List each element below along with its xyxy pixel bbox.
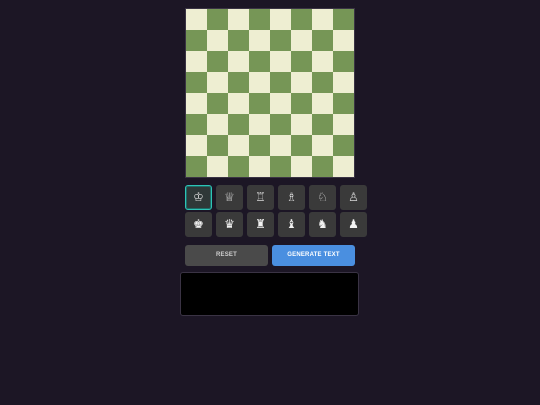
board-square[interactable] [333,135,354,156]
board-square[interactable] [207,156,228,177]
board-square[interactable] [249,156,270,177]
black-king-button[interactable]: ♚ [185,212,212,237]
black-pawn-button[interactable]: ♟ [340,212,367,237]
board-square[interactable] [249,9,270,30]
board-square[interactable] [291,114,312,135]
board-square[interactable] [291,93,312,114]
board-square[interactable] [333,30,354,51]
white-queen-button[interactable]: ♕ [216,185,243,210]
board-square[interactable] [333,93,354,114]
white-bishop-button[interactable]: ♗ [278,185,305,210]
board-square[interactable] [228,72,249,93]
board-square[interactable] [249,135,270,156]
board-square[interactable] [186,114,207,135]
board-square[interactable] [333,51,354,72]
board-square[interactable] [270,156,291,177]
board-square[interactable] [207,51,228,72]
chess-board[interactable] [185,8,355,178]
white-king-button[interactable]: ♔ [185,185,212,210]
board-square[interactable] [291,135,312,156]
board-square[interactable] [312,93,333,114]
board-square[interactable] [186,156,207,177]
black-piece-palette: ♚ ♛ ♜ ♝ ♞ ♟ [185,212,367,237]
board-square[interactable] [207,135,228,156]
board-square[interactable] [249,30,270,51]
board-square[interactable] [207,114,228,135]
board-square[interactable] [291,9,312,30]
board-square[interactable] [270,135,291,156]
board-square[interactable] [186,9,207,30]
board-square[interactable] [249,51,270,72]
board-square[interactable] [270,93,291,114]
board-square[interactable] [270,72,291,93]
board-square[interactable] [270,51,291,72]
black-knight-button[interactable]: ♞ [309,212,336,237]
board-square[interactable] [333,72,354,93]
board-square[interactable] [312,30,333,51]
black-bishop-button[interactable]: ♝ [278,212,305,237]
board-square[interactable] [186,30,207,51]
board-square[interactable] [333,9,354,30]
board-square[interactable] [249,93,270,114]
black-rook-button[interactable]: ♜ [247,212,274,237]
board-square[interactable] [291,30,312,51]
black-queen-button[interactable]: ♛ [216,212,243,237]
board-square[interactable] [270,9,291,30]
board-square[interactable] [228,9,249,30]
board-square[interactable] [291,156,312,177]
board-square[interactable] [186,93,207,114]
board-square[interactable] [312,72,333,93]
board-square[interactable] [228,93,249,114]
output-text-area[interactable] [180,272,359,316]
white-pawn-button[interactable]: ♙ [340,185,367,210]
board-square[interactable] [249,72,270,93]
board-square[interactable] [186,51,207,72]
board-square[interactable] [207,30,228,51]
board-square[interactable] [312,135,333,156]
board-square[interactable] [333,114,354,135]
board-square[interactable] [228,156,249,177]
board-square[interactable] [291,72,312,93]
board-square[interactable] [228,51,249,72]
board-square[interactable] [270,30,291,51]
board-square[interactable] [270,114,291,135]
board-square[interactable] [228,114,249,135]
white-rook-button[interactable]: ♖ [247,185,274,210]
white-knight-button[interactable]: ♘ [309,185,336,210]
white-piece-palette: ♔ ♕ ♖ ♗ ♘ ♙ [185,185,367,210]
board-square[interactable] [207,72,228,93]
board-square[interactable] [228,135,249,156]
board-square[interactable] [186,135,207,156]
chess-text-generator: ♔ ♕ ♖ ♗ ♘ ♙ ♚ ♛ ♜ ♝ ♞ ♟ RESET GENERATE T… [0,0,540,405]
board-square[interactable] [333,156,354,177]
board-square[interactable] [228,30,249,51]
board-square[interactable] [249,114,270,135]
generate-text-button[interactable]: GENERATE TEXT [272,245,355,266]
board-square[interactable] [186,72,207,93]
board-square[interactable] [312,114,333,135]
board-square[interactable] [291,51,312,72]
board-square[interactable] [312,51,333,72]
board-square[interactable] [207,9,228,30]
board-square[interactable] [207,93,228,114]
reset-button[interactable]: RESET [185,245,268,266]
board-square[interactable] [312,156,333,177]
board-square[interactable] [312,9,333,30]
action-buttons: RESET GENERATE TEXT [185,245,355,266]
